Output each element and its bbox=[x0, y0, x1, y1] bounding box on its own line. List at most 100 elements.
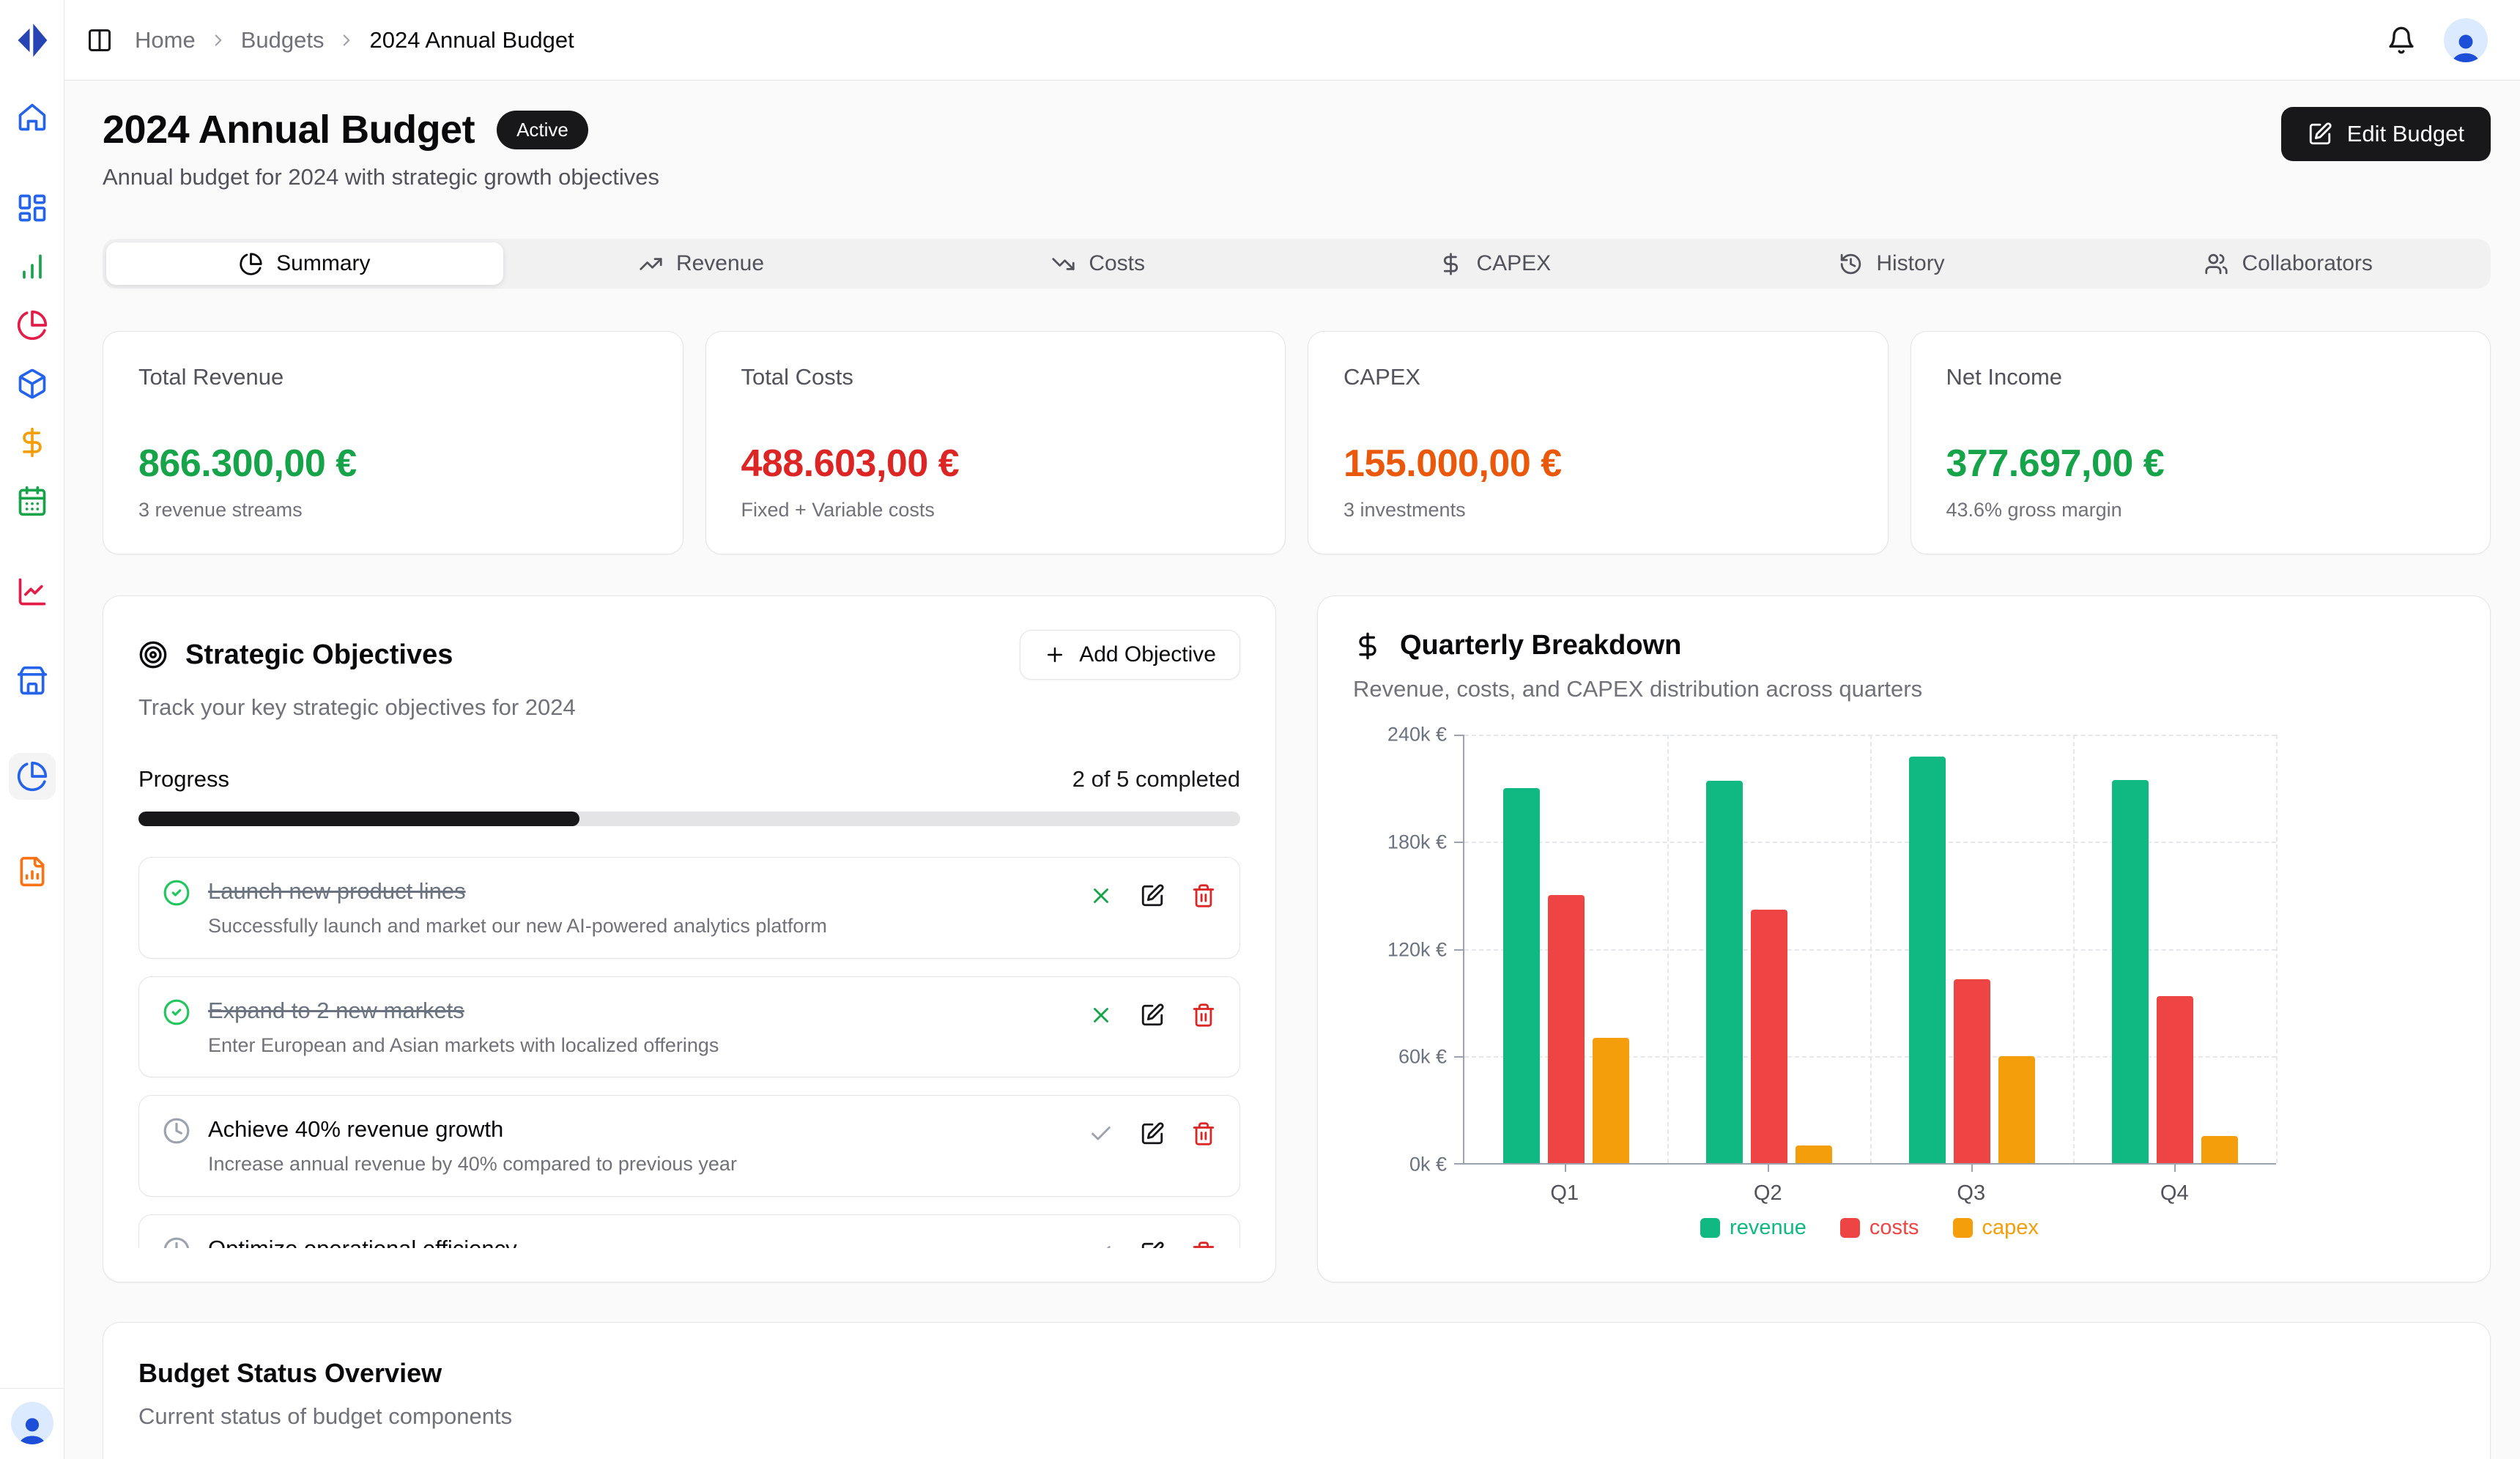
delete-objective-button[interactable] bbox=[1191, 1003, 1216, 1028]
delete-objective-button[interactable] bbox=[1191, 883, 1216, 908]
legend-item-capex[interactable]: capex bbox=[1953, 1216, 2039, 1240]
bar-capex-q4 bbox=[2201, 1136, 2238, 1163]
progress-count: 2 of 5 completed bbox=[1072, 766, 1240, 792]
edit-objective-button[interactable] bbox=[1140, 1241, 1165, 1248]
status-badge: Active bbox=[497, 111, 588, 149]
tab-summary[interactable]: Summary bbox=[106, 242, 503, 285]
sidebar-item-budgets[interactable] bbox=[9, 753, 56, 800]
tab-revenue[interactable]: Revenue bbox=[503, 242, 900, 285]
add-objective-label: Add Objective bbox=[1079, 642, 1216, 667]
objectives-panel-title-row: Strategic Objectives bbox=[138, 639, 453, 671]
tab-capex[interactable]: CAPEX bbox=[1297, 242, 1694, 285]
notifications-bell-button[interactable] bbox=[2387, 26, 2416, 55]
dollar-sign-icon bbox=[16, 426, 48, 459]
check-icon bbox=[1089, 1121, 1113, 1146]
stat-label: Total Costs bbox=[741, 364, 1250, 390]
add-objective-button[interactable]: Add Objective bbox=[1020, 630, 1240, 680]
bar-capex-q2 bbox=[1796, 1146, 1832, 1163]
sidebar-item-calendar[interactable] bbox=[15, 483, 50, 519]
sidebar-item-pie[interactable] bbox=[15, 308, 50, 343]
calendar-icon bbox=[16, 485, 48, 517]
check-circle-icon bbox=[163, 997, 190, 1058]
objectives-list: Launch new product linesSuccessfully lau… bbox=[138, 857, 1240, 1248]
tab-label: CAPEX bbox=[1476, 251, 1551, 276]
status-overview-title: Budget Status Overview bbox=[138, 1358, 2455, 1389]
stat-value: 377.697,00 € bbox=[1946, 442, 2456, 486]
app-logo[interactable] bbox=[0, 0, 64, 81]
main-column: Home Budgets 2024 Annual Budget 2024 Ann… bbox=[64, 0, 2520, 1459]
objective-actions bbox=[1089, 1235, 1216, 1248]
tab-collaborators[interactable]: Collaborators bbox=[2090, 242, 2487, 285]
stat-card-total-costs: Total Costs488.603,00 €Fixed + Variable … bbox=[705, 331, 1286, 554]
sidebar-item-finance[interactable] bbox=[15, 425, 50, 460]
tab-label: Costs bbox=[1089, 251, 1145, 276]
user-filled-icon bbox=[13, 1412, 51, 1444]
status-overview-subtitle: Current status of budget components bbox=[138, 1403, 2455, 1430]
breadcrumb-budgets[interactable]: Budgets bbox=[241, 27, 325, 53]
plus-icon bbox=[1044, 644, 1066, 666]
y-axis-tick bbox=[1454, 842, 1463, 843]
sidebar-item-reports[interactable] bbox=[15, 854, 50, 889]
tab-label: Revenue bbox=[676, 251, 764, 276]
mark-complete-button[interactable] bbox=[1089, 1241, 1113, 1248]
square-pen-icon bbox=[1140, 1241, 1165, 1248]
panels-row: Strategic Objectives Add Objective Track… bbox=[103, 595, 2491, 1282]
bar-capex-q1 bbox=[1593, 1038, 1629, 1163]
stat-note: 3 revenue streams bbox=[138, 499, 648, 521]
sidebar-item-store[interactable] bbox=[15, 664, 50, 699]
sidebar-footer bbox=[0, 1388, 64, 1459]
bell-icon bbox=[2387, 26, 2416, 55]
stat-value: 866.300,00 € bbox=[138, 442, 648, 486]
y-axis-tick bbox=[1454, 1163, 1463, 1165]
sidebar-item-products[interactable] bbox=[15, 366, 50, 401]
bar-groups bbox=[1464, 735, 2276, 1163]
bar-group-q2 bbox=[1667, 735, 1870, 1163]
delete-objective-button[interactable] bbox=[1191, 1241, 1216, 1248]
store-icon bbox=[16, 665, 48, 697]
edit-objective-button[interactable] bbox=[1140, 1121, 1165, 1146]
objective-actions bbox=[1089, 997, 1216, 1058]
bar-costs-q1 bbox=[1548, 895, 1585, 1163]
legend-item-costs[interactable]: costs bbox=[1840, 1216, 1919, 1240]
stat-card-grid: Total Revenue866.300,00 €3 revenue strea… bbox=[103, 331, 2491, 554]
legend-item-revenue[interactable]: revenue bbox=[1700, 1216, 1806, 1240]
x-tick-label: Q1 bbox=[1463, 1165, 1667, 1207]
sidebar-user-avatar[interactable] bbox=[11, 1402, 53, 1444]
edit-objective-button[interactable] bbox=[1140, 1003, 1165, 1028]
breadcrumb-home[interactable]: Home bbox=[135, 27, 196, 53]
bar-group-q4 bbox=[2073, 735, 2276, 1163]
edit-objective-button[interactable] bbox=[1140, 883, 1165, 908]
edit-budget-button[interactable]: Edit Budget bbox=[2281, 107, 2491, 161]
sidebar-item-dashboard[interactable] bbox=[15, 190, 50, 226]
y-tick-label: 240k € bbox=[1387, 724, 1447, 746]
legend-swatch bbox=[1953, 1218, 1973, 1238]
stat-note: 3 investments bbox=[1344, 499, 1853, 521]
chart-panel-title-row: Quarterly Breakdown bbox=[1353, 630, 1681, 661]
x-tick-label: Q2 bbox=[1667, 1165, 1870, 1207]
clock-icon bbox=[163, 1235, 190, 1248]
user-avatar[interactable] bbox=[2444, 18, 2488, 62]
legend-swatch bbox=[1840, 1218, 1860, 1238]
sidebar-item-trends[interactable] bbox=[15, 574, 50, 609]
bar-revenue-q1 bbox=[1503, 788, 1540, 1163]
objectives-panel-title: Strategic Objectives bbox=[185, 639, 453, 671]
sidebar-item-home[interactable] bbox=[15, 100, 50, 135]
line-chart-icon bbox=[16, 576, 48, 608]
bar-group-q1 bbox=[1464, 735, 1667, 1163]
sidebar-item-analytics[interactable] bbox=[15, 249, 50, 284]
tab-history[interactable]: History bbox=[1694, 242, 2091, 285]
delete-objective-button[interactable] bbox=[1191, 1121, 1216, 1146]
objective-item: Optimize operational efficiency bbox=[138, 1214, 1240, 1248]
panel-toggle-button[interactable] bbox=[86, 27, 113, 53]
mark-complete-button[interactable] bbox=[1089, 1121, 1113, 1146]
trending-down-icon bbox=[1051, 252, 1075, 276]
bar-costs-q3 bbox=[1954, 979, 1990, 1163]
objectives-panel-subtitle: Track your key strategic objectives for … bbox=[138, 694, 1240, 721]
bar-revenue-q2 bbox=[1706, 781, 1743, 1163]
mark-incomplete-button[interactable] bbox=[1089, 1003, 1113, 1028]
tab-costs[interactable]: Costs bbox=[900, 242, 1297, 285]
logo-diamond-icon bbox=[13, 21, 51, 59]
mark-incomplete-button[interactable] bbox=[1089, 883, 1113, 908]
objective-title: Achieve 40% revenue growth bbox=[208, 1115, 1071, 1143]
objective-description: Increase annual revenue by 40% compared … bbox=[208, 1152, 1071, 1176]
